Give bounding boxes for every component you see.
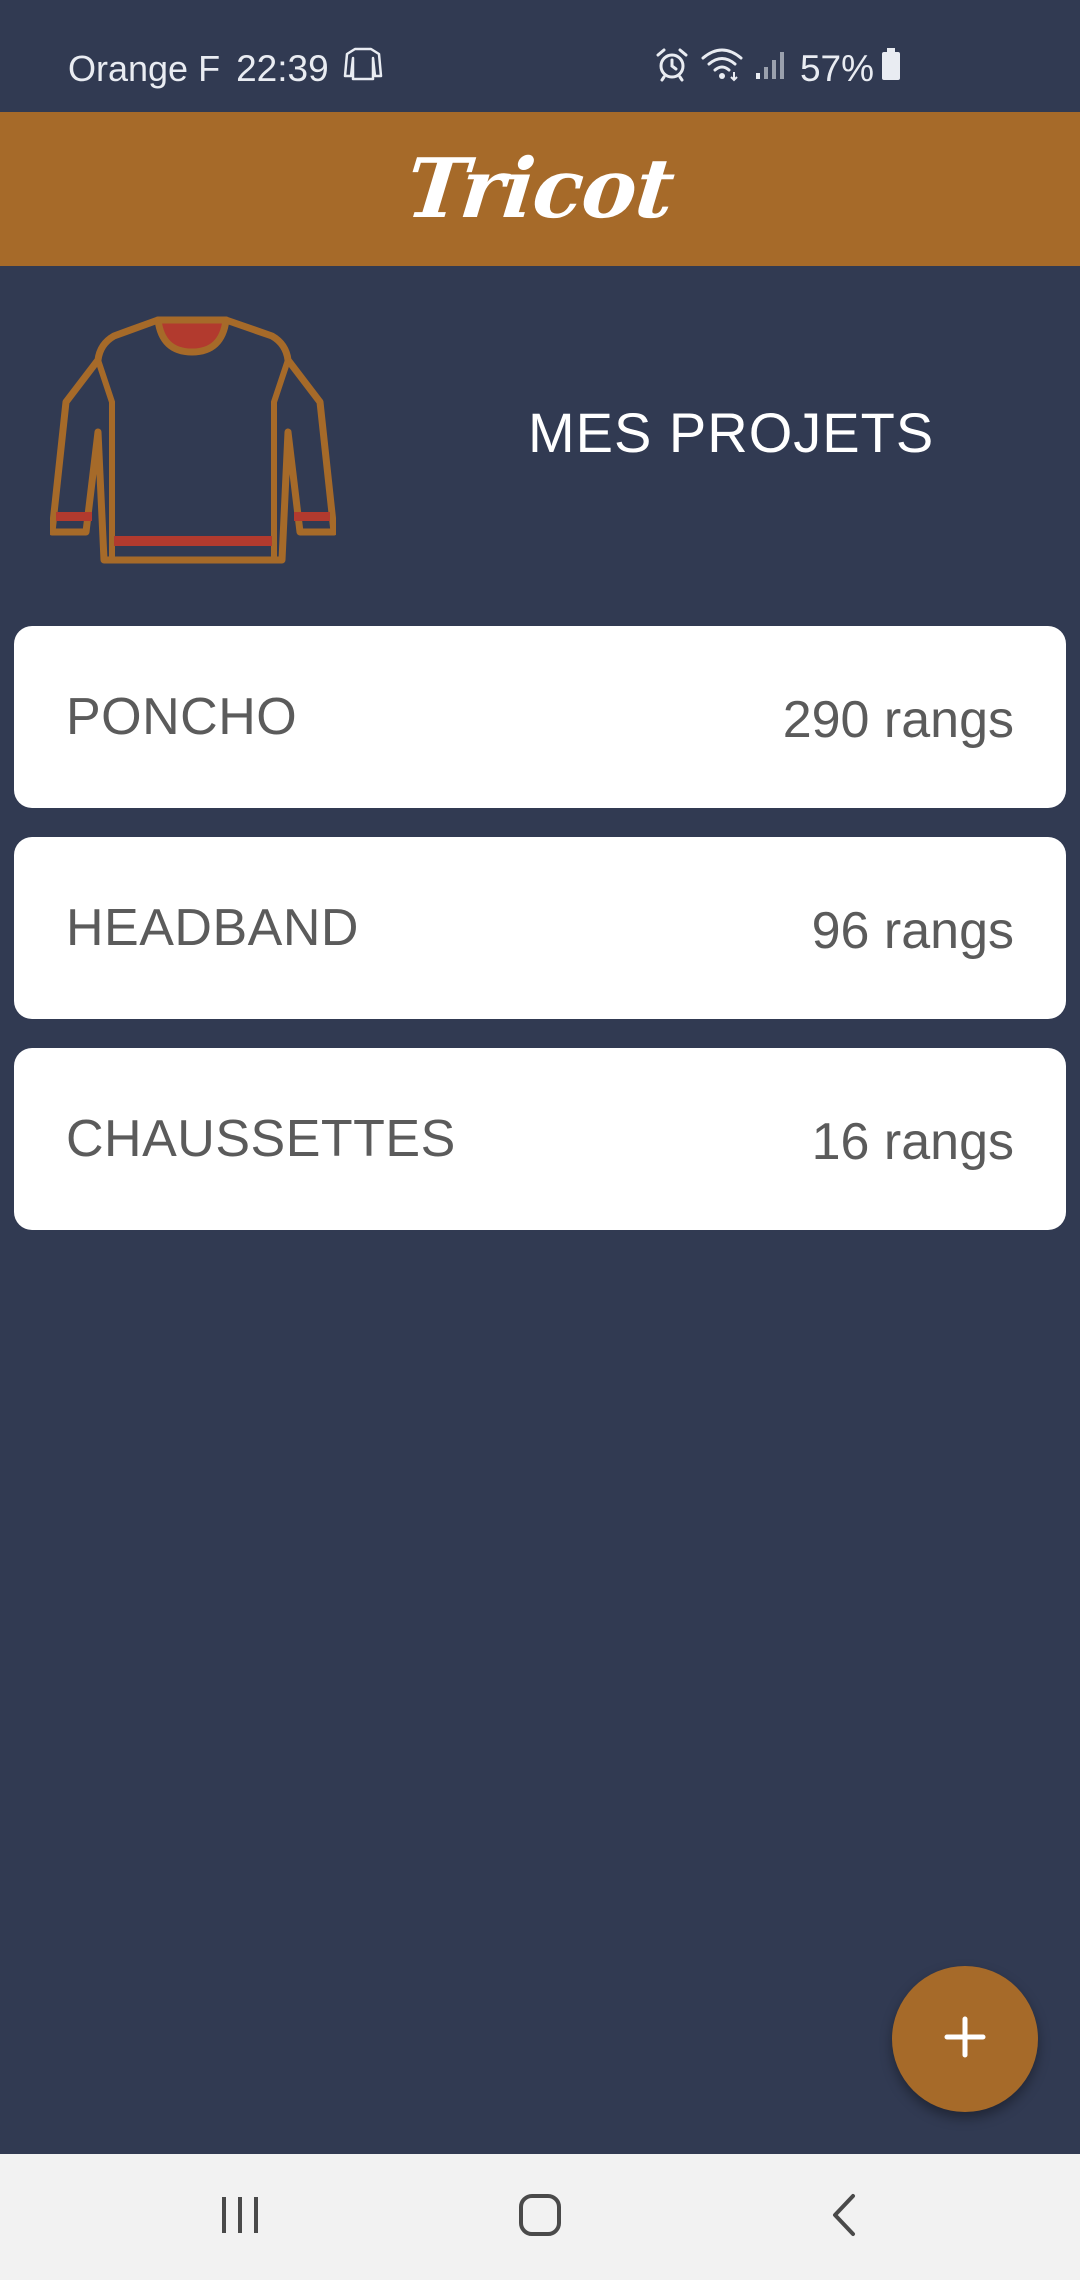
recent-apps-button[interactable] bbox=[160, 2154, 320, 2280]
status-bar: Orange F 22:39 57% bbox=[0, 0, 1080, 112]
project-row-count: 96 rangs bbox=[811, 902, 1014, 960]
project-name: PONCHO bbox=[66, 688, 298, 746]
app-header: Tricot bbox=[0, 112, 1080, 266]
recent-apps-icon bbox=[218, 2195, 262, 2239]
alarm-icon bbox=[654, 46, 690, 91]
sweater-illustration bbox=[48, 312, 338, 564]
status-bar-left: Orange F 22:39 bbox=[68, 46, 383, 91]
app-screen: Orange F 22:39 57% Tricot MES PROJETS PO… bbox=[0, 0, 1080, 2280]
app-title: Tricot bbox=[402, 141, 678, 237]
battery-percentage: 57% bbox=[799, 47, 874, 89]
project-list: PONCHO 290 rangs HEADBAND 96 rangs CHAUS… bbox=[14, 626, 1066, 1259]
signal-icon bbox=[754, 48, 786, 90]
project-row-count: 290 rangs bbox=[782, 691, 1014, 749]
project-card-poncho[interactable]: PONCHO 290 rangs bbox=[14, 626, 1066, 808]
project-card-chaussettes[interactable]: CHAUSSETTES 16 rangs bbox=[14, 1048, 1066, 1230]
project-name: CHAUSSETTES bbox=[66, 1110, 456, 1168]
system-navigation-bar bbox=[0, 2154, 1080, 2280]
home-icon bbox=[517, 2192, 563, 2242]
project-card-headband[interactable]: HEADBAND 96 rangs bbox=[14, 837, 1066, 1019]
battery-icon bbox=[880, 47, 902, 90]
back-icon bbox=[829, 2192, 859, 2242]
add-project-button[interactable] bbox=[892, 1966, 1038, 2112]
section-title: MES PROJETS bbox=[528, 401, 935, 464]
status-bar-right: 57% bbox=[654, 46, 902, 91]
sweater-notification-icon bbox=[343, 46, 383, 91]
project-name: HEADBAND bbox=[66, 899, 359, 957]
home-button[interactable] bbox=[460, 2154, 620, 2280]
status-time: 22:39 bbox=[236, 47, 329, 89]
back-button[interactable] bbox=[764, 2154, 924, 2280]
wifi-icon bbox=[700, 46, 744, 91]
project-row-count: 16 rangs bbox=[811, 1113, 1014, 1171]
plus-icon bbox=[943, 2015, 987, 2063]
carrier-name: Orange F bbox=[68, 47, 221, 89]
